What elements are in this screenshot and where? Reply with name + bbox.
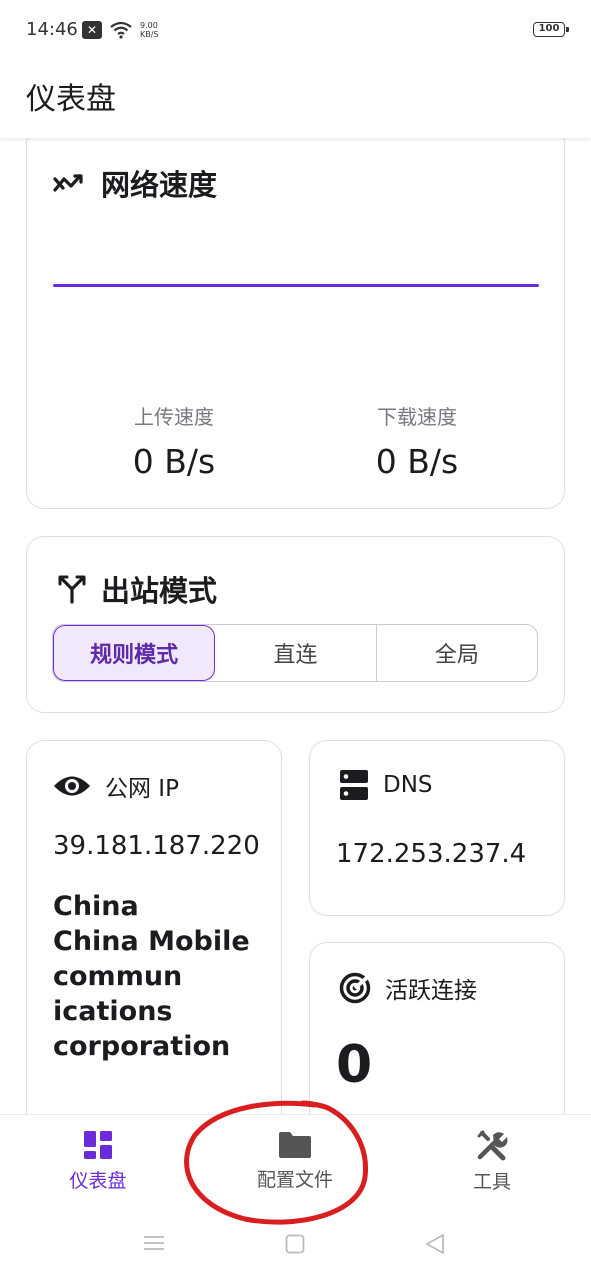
notification-icon: ✕ bbox=[82, 21, 102, 39]
app-bar: 仪表盘 bbox=[0, 60, 591, 138]
outbound-mode-card: 出站模式 规则模式 直连 全局 bbox=[26, 536, 565, 713]
isp-line: commun bbox=[53, 961, 183, 992]
mode-direct-button[interactable]: 直连 bbox=[215, 625, 377, 681]
public-ip-title: 公网 IP bbox=[105, 776, 179, 802]
status-icons: ✕ 9.00 KB/S bbox=[82, 19, 159, 41]
nav-item-profiles[interactable]: 配置文件 bbox=[215, 1115, 375, 1207]
dns-server-icon bbox=[340, 770, 368, 800]
system-navigation-bar bbox=[0, 1206, 591, 1280]
network-speed-card: 网络速度 上传速度 0 B/s 下载速度 0 B/s bbox=[26, 125, 565, 509]
public-ip-header: 公网 IP bbox=[53, 769, 179, 803]
network-speed-title: 网络速度 bbox=[101, 168, 218, 202]
bottom-navigation: 仪表盘 配置文件 工具 bbox=[0, 1114, 591, 1206]
nav-item-tools[interactable]: 工具 bbox=[412, 1115, 572, 1207]
active-connections-card[interactable]: 活跃连接 0 bbox=[309, 942, 565, 1132]
dashboard-icon bbox=[84, 1130, 112, 1159]
nav-item-dashboard[interactable]: 仪表盘 bbox=[18, 1115, 178, 1207]
menu-icon[interactable] bbox=[143, 1235, 165, 1251]
status-time: 14:46 bbox=[26, 19, 78, 40]
dns-title: DNS bbox=[383, 772, 433, 798]
tools-icon bbox=[477, 1130, 508, 1160]
isp-line: ications bbox=[53, 996, 173, 1027]
net-speed-value: 9.00 bbox=[140, 21, 158, 30]
status-bar: 14:46 ✕ 9.00 KB/S 100 bbox=[0, 0, 591, 60]
back-icon[interactable] bbox=[425, 1233, 445, 1255]
download-speed: 下载速度 0 B/s bbox=[317, 401, 517, 481]
outbound-mode-selector: 规则模式 直连 全局 bbox=[52, 624, 538, 682]
dns-value: 172.253.237.4 bbox=[336, 839, 527, 869]
network-speed-header: 网络速度 bbox=[53, 162, 217, 204]
folder-icon bbox=[279, 1131, 311, 1158]
mode-rule-button[interactable]: 规则模式 bbox=[53, 625, 216, 681]
isp-name: China China Mobile commun ications corpo… bbox=[53, 889, 253, 1064]
public-ip-value: 39.181.187.220 bbox=[53, 831, 260, 861]
page-title: 仪表盘 bbox=[26, 82, 116, 117]
route-split-icon bbox=[58, 575, 86, 604]
upload-speed-value: 0 B/s bbox=[132, 442, 216, 481]
trending-icon bbox=[53, 174, 83, 192]
nav-label-profiles: 配置文件 bbox=[256, 1168, 333, 1191]
net-speed-unit: KB/S bbox=[140, 30, 159, 39]
home-icon[interactable] bbox=[285, 1234, 305, 1254]
wifi-icon bbox=[110, 21, 132, 39]
speed-chart-line bbox=[53, 284, 539, 287]
nav-label-tools: 工具 bbox=[472, 1170, 511, 1193]
eye-icon bbox=[54, 776, 90, 796]
dns-card[interactable]: DNS 172.253.237.4 bbox=[309, 740, 565, 916]
isp-line: corporation bbox=[53, 1031, 231, 1062]
download-speed-label: 下载速度 bbox=[377, 405, 457, 429]
download-speed-value: 0 B/s bbox=[375, 442, 459, 481]
mode-global-button[interactable]: 全局 bbox=[377, 625, 537, 681]
upload-speed-label: 上传速度 bbox=[134, 405, 214, 429]
radar-icon bbox=[339, 972, 371, 1004]
active-connections-title: 活跃连接 bbox=[385, 978, 477, 1004]
battery-indicator: 100 bbox=[533, 22, 569, 37]
public-ip-card[interactable]: 公网 IP 39.181.187.220 China China Mobile … bbox=[26, 740, 282, 1132]
upload-speed: 上传速度 0 B/s bbox=[74, 401, 274, 481]
outbound-mode-title: 出站模式 bbox=[101, 574, 218, 608]
active-connections-value: 0 bbox=[336, 1035, 373, 1095]
active-connections-header: 活跃连接 bbox=[339, 971, 477, 1005]
network-speed-indicator: 9.00 KB/S bbox=[140, 21, 159, 39]
outbound-mode-header: 出站模式 bbox=[57, 568, 217, 610]
isp-line: China Mobile bbox=[53, 926, 250, 957]
nav-label-dashboard: 仪表盘 bbox=[69, 1169, 127, 1192]
dns-header: DNS bbox=[339, 769, 433, 801]
isp-line: China bbox=[53, 891, 139, 922]
